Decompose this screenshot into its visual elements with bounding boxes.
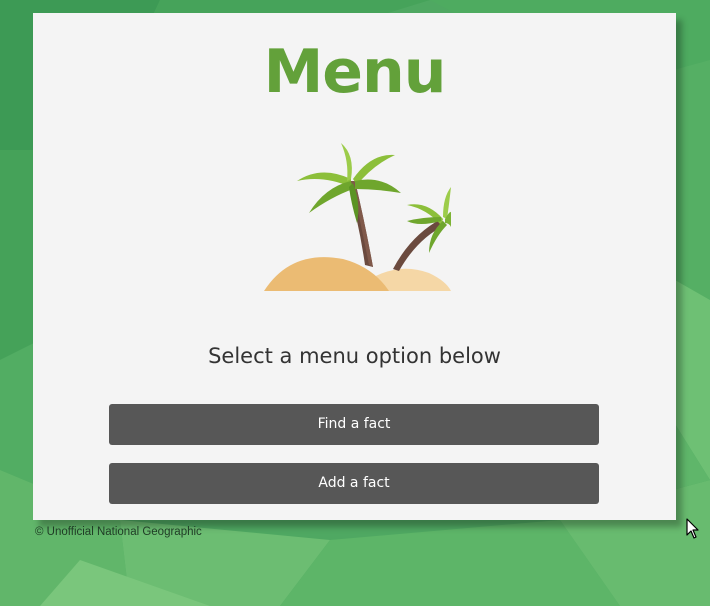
mouse-cursor-icon — [686, 518, 699, 539]
page-title: Menu — [263, 37, 447, 107]
add-fact-button[interactable]: Add a fact — [109, 463, 599, 504]
palm-trees-island-icon — [264, 143, 451, 291]
menu-card: Menu Select a menu option below Find a f… — [33, 13, 676, 520]
menu-instructions: Select a menu option below — [208, 344, 501, 368]
find-fact-button[interactable]: Find a fact — [109, 404, 599, 445]
footer-copyright: © Unofficial National Geographic — [35, 526, 202, 538]
